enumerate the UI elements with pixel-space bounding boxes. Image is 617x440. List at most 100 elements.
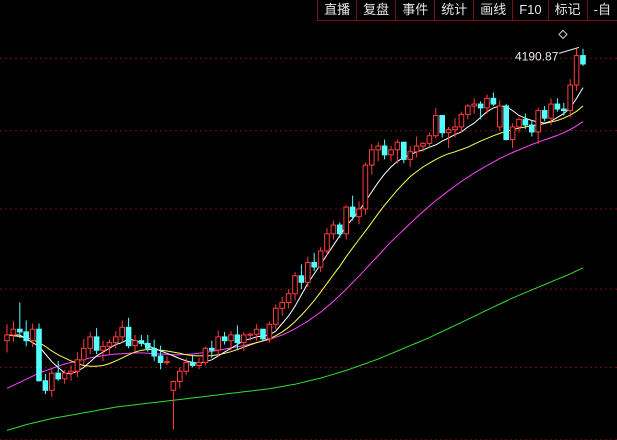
candle-up[interactable] xyxy=(573,48,580,91)
candle-up[interactable] xyxy=(388,146,394,162)
candle-up[interactable] xyxy=(465,104,471,120)
candle-down[interactable] xyxy=(439,115,445,138)
candle-down[interactable] xyxy=(381,139,388,160)
candle-body xyxy=(279,302,285,309)
candle-body xyxy=(298,275,305,283)
candle-up[interactable] xyxy=(215,330,221,356)
candle-up[interactable] xyxy=(253,324,260,341)
candle-down[interactable] xyxy=(580,48,586,66)
candle-body xyxy=(10,328,17,336)
candle-down[interactable] xyxy=(42,373,49,395)
candle-up[interactable] xyxy=(317,247,324,272)
candle-up[interactable] xyxy=(407,146,413,168)
candle-up[interactable] xyxy=(356,201,362,225)
candle-body xyxy=(221,336,228,342)
candle-down[interactable] xyxy=(138,334,145,347)
candle-body xyxy=(17,328,23,333)
candle-up[interactable] xyxy=(279,296,285,316)
candle-body xyxy=(420,142,426,147)
candle-up[interactable] xyxy=(170,380,177,430)
candle-up[interactable] xyxy=(164,355,170,365)
candle-down[interactable] xyxy=(561,102,567,116)
candle-body xyxy=(292,275,298,295)
candle-up[interactable] xyxy=(330,220,337,240)
candle-down[interactable] xyxy=(36,323,42,382)
candle-up[interactable] xyxy=(4,324,10,353)
candle-down[interactable] xyxy=(298,264,305,290)
candle-down[interactable] xyxy=(529,121,535,137)
candle-down[interactable] xyxy=(401,141,407,164)
candle-up[interactable] xyxy=(285,289,292,309)
candle-body xyxy=(145,342,151,349)
candle-down[interactable] xyxy=(93,328,100,355)
candle-down[interactable] xyxy=(189,354,196,368)
candle-body xyxy=(381,145,388,156)
candle-up[interactable] xyxy=(369,144,375,175)
candle-layer[interactable] xyxy=(4,48,586,430)
candle-body xyxy=(452,126,458,131)
candle-up[interactable] xyxy=(535,107,542,145)
candle-up[interactable] xyxy=(68,365,74,381)
candle-body xyxy=(125,326,132,347)
candle-body xyxy=(311,261,317,268)
candle-body xyxy=(196,361,202,366)
candle-body xyxy=(529,124,535,133)
candle-down[interactable] xyxy=(503,104,509,141)
candle-body xyxy=(337,224,343,235)
candle-down[interactable] xyxy=(151,339,157,361)
candle-body xyxy=(465,105,471,115)
candle-up[interactable] xyxy=(375,142,381,162)
candle-body xyxy=(189,361,196,366)
candle-up[interactable] xyxy=(132,334,138,352)
candle-up[interactable] xyxy=(74,352,81,377)
candle-up[interactable] xyxy=(49,369,55,397)
candle-down[interactable] xyxy=(490,92,497,106)
candle-down[interactable] xyxy=(17,302,23,339)
candle-up[interactable] xyxy=(362,162,369,215)
candle-up[interactable] xyxy=(394,139,401,164)
candle-down[interactable] xyxy=(221,331,228,345)
candle-down[interactable] xyxy=(55,360,62,381)
candle-up[interactable] xyxy=(497,100,503,131)
candle-up[interactable] xyxy=(81,338,87,365)
candle-up[interactable] xyxy=(324,228,330,255)
candle-body xyxy=(413,145,420,153)
candle-body xyxy=(132,340,138,347)
candle-up[interactable] xyxy=(177,367,183,389)
candle-up[interactable] xyxy=(509,123,516,148)
candle-body xyxy=(394,141,401,151)
candle-down[interactable] xyxy=(23,320,29,347)
candle-up[interactable] xyxy=(87,331,94,355)
candle-down[interactable] xyxy=(157,345,164,370)
candle-up[interactable] xyxy=(202,346,209,366)
candle-up[interactable] xyxy=(458,111,465,133)
candlestick-chart[interactable]: 4190.87 xyxy=(0,0,617,440)
candle-up[interactable] xyxy=(343,205,349,240)
candle-body xyxy=(170,381,177,391)
candle-up[interactable] xyxy=(119,320,126,343)
candle-up[interactable] xyxy=(273,304,279,330)
candle-down[interactable] xyxy=(311,252,317,271)
candle-up[interactable] xyxy=(548,98,554,126)
candle-up[interactable] xyxy=(10,321,17,342)
candle-up[interactable] xyxy=(426,132,433,147)
candle-down[interactable] xyxy=(125,317,132,349)
candle-up[interactable] xyxy=(567,79,574,118)
candle-body xyxy=(317,250,324,268)
candle-down[interactable] xyxy=(541,105,548,122)
candle-up[interactable] xyxy=(413,136,420,158)
candle-up[interactable] xyxy=(471,98,477,114)
peak-value-label: 4190.87 xyxy=(515,49,559,63)
candle-body xyxy=(215,336,221,351)
candle-up[interactable] xyxy=(305,256,311,288)
candle-down[interactable] xyxy=(260,328,266,341)
candle-down[interactable] xyxy=(337,222,343,238)
ma20-line xyxy=(6,121,584,389)
candle-up[interactable] xyxy=(433,107,439,139)
candle-down[interactable] xyxy=(349,195,356,221)
candle-down[interactable] xyxy=(554,98,561,112)
candle-body xyxy=(55,372,62,380)
candle-body xyxy=(458,113,465,128)
candle-body xyxy=(119,326,126,338)
candle-up[interactable] xyxy=(292,271,298,301)
